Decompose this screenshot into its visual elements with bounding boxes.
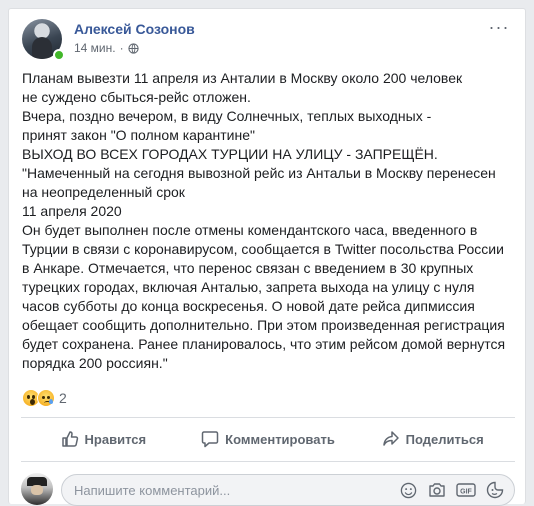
comment-box: GIF [61, 474, 515, 506]
divider [21, 417, 515, 418]
post-line: обещает сообщить дополнительно. При этом… [22, 317, 505, 333]
meta-separator: · [119, 41, 124, 55]
comment-input[interactable] [74, 482, 398, 498]
like-label: Нравится [84, 431, 147, 447]
post-meta: 14 мин. · [74, 41, 139, 55]
post-line: часов субботы до конца воскресенья. О но… [22, 298, 475, 314]
svg-text:GIF: GIF [460, 489, 472, 496]
post-line: Вчера, поздно вечером, в виду Солнечных,… [22, 108, 432, 124]
sticker-icon[interactable] [485, 481, 505, 499]
reaction-count[interactable]: 2 [59, 390, 67, 406]
post-line: в Анкаре. Отмечается, что перенос связан… [22, 260, 474, 276]
sad-reaction-icon [37, 389, 55, 407]
post-card: Алексей Созонов 14 мин. · ··· Планам выв… [8, 8, 526, 506]
more-options-icon[interactable]: ··· [486, 18, 512, 39]
online-status-icon [53, 49, 65, 61]
post-line: на неопределенный срок [22, 184, 185, 200]
thumbs-up-icon [61, 431, 78, 447]
post-line: принят закон "О полном карантине" [22, 127, 255, 143]
commenter-avatar[interactable] [21, 473, 53, 505]
share-button[interactable]: Поделиться [350, 423, 515, 455]
comment-button[interactable]: Комментировать [186, 423, 351, 455]
post-line: "Намеченный на сегодня вывозной рейс из … [22, 165, 496, 181]
post-line: 11 апреля 2020 [22, 203, 122, 219]
post-text: Планам вывезти 11 апреля из Анталии в Мо… [22, 69, 518, 373]
post-line: Турции в связи с коронавирусом, сообщает… [22, 241, 504, 257]
emoji-icon[interactable] [398, 481, 418, 499]
share-icon [382, 431, 399, 446]
comment-label: Комментировать [225, 431, 335, 447]
divider [21, 461, 515, 462]
post-line: порядка 200 россиян." [22, 355, 168, 371]
author-name[interactable]: Алексей Созонов [74, 21, 195, 37]
comment-icon [201, 431, 219, 448]
post-line: Он будет выполнен после отмены комендант… [22, 222, 478, 238]
post-line: будет сохранена. Ранее планировалось, чт… [22, 336, 506, 352]
like-button[interactable]: Нравится [21, 423, 186, 455]
gif-icon[interactable]: GIF [456, 481, 476, 499]
camera-icon[interactable] [427, 481, 447, 499]
post-line: не суждено сбыться-рейс отложен. [22, 89, 251, 105]
post-time[interactable]: 14 мин. [74, 41, 116, 55]
share-label: Поделиться [405, 431, 484, 447]
comment-composer: GIF [21, 471, 515, 506]
post-line: турецких городах, включая Анталью, запре… [22, 279, 475, 295]
globe-icon[interactable] [127, 42, 139, 54]
post-line: Планам вывезти 11 апреля из Анталии в Мо… [22, 70, 463, 86]
post-line: ВЫХОД ВО ВСЕХ ГОРОДАХ ТУРЦИИ НА УЛИЦУ - … [22, 146, 438, 162]
post-actions: Нравится Комментировать Поделиться [21, 423, 515, 455]
reactions-summary[interactable]: 2 [22, 387, 67, 409]
post-header: Алексей Созонов 14 мин. · ··· [22, 18, 512, 61]
